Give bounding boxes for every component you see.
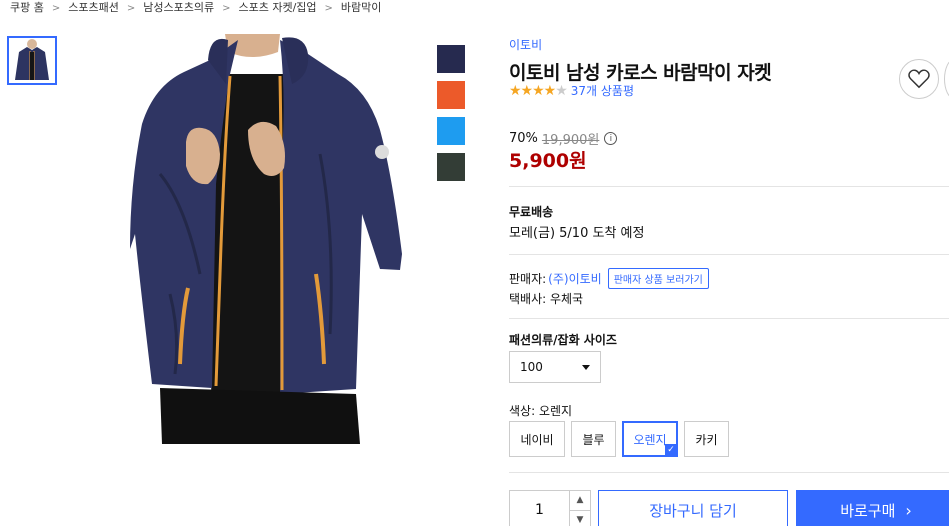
quantity-input[interactable]: 1 <box>510 491 570 526</box>
check-icon: ✓ <box>665 444 677 456</box>
breadcrumb-separator: > <box>126 3 136 14</box>
wishlist-button[interactable] <box>899 59 939 99</box>
quantity-stepper: 1 ▲ ▼ <box>509 490 591 526</box>
color-option-list: 네이비 블루 오렌지 ✓ 카키 <box>509 421 735 457</box>
share-button[interactable] <box>944 59 949 99</box>
size-selected-value: 100 <box>520 360 543 374</box>
breadcrumb-mens-sportswear[interactable]: 남성스포츠의류 <box>143 1 214 14</box>
product-title: 이토비 남성 카로스 바람막이 자켓 <box>509 62 772 84</box>
swatch-navy[interactable] <box>437 45 465 73</box>
color-option-orange-label: 오렌지 <box>633 432 667 447</box>
buy-now-button[interactable]: 바로구매 › <box>796 490 949 526</box>
chevron-right-icon: › <box>905 500 912 520</box>
color-option-orange[interactable]: 오렌지 ✓ <box>622 421 678 457</box>
seller-prefix: 판매자: <box>509 272 547 286</box>
quantity-increase-button[interactable]: ▲ <box>570 491 590 511</box>
rating-stars: ★★★★★ <box>509 82 568 99</box>
size-option-label: 패션의류/잡화 사이즈 <box>509 333 617 347</box>
seller-store-button[interactable]: 판매자 상품 보러가기 <box>607 268 709 289</box>
breadcrumb: 쿠팡 홈 > 스포츠패션 > 남성스포츠의류 > 스포츠 자켓/집업 > 바람막이 <box>10 0 381 15</box>
brand-link[interactable]: 이토비 <box>509 36 542 53</box>
divider <box>509 254 949 255</box>
heart-icon <box>908 69 930 89</box>
breadcrumb-sports-fashion[interactable]: 스포츠패션 <box>68 1 119 14</box>
color-option-label: 색상: 오렌지 <box>509 404 573 418</box>
buy-now-label: 바로구매 <box>840 501 896 520</box>
breadcrumb-separator: > <box>324 3 333 14</box>
color-option-khaki[interactable]: 카키 <box>684 421 729 457</box>
review-count-link[interactable]: 37개 상품평 <box>571 82 634 99</box>
courier-info: 택배사: 우체국 <box>509 292 584 306</box>
size-select[interactable]: 100 <box>509 351 601 383</box>
breadcrumb-jackets[interactable]: 스포츠 자켓/집업 <box>238 1 316 14</box>
breadcrumb-separator: > <box>222 3 231 14</box>
shipping-date: 모레(금) 5/10 도착 예정 <box>509 226 645 241</box>
swatch-khaki[interactable] <box>437 153 465 181</box>
quantity-buttons: ▲ ▼ <box>570 491 590 526</box>
product-main-image[interactable] <box>130 34 410 444</box>
jacket-image <box>130 34 410 444</box>
caret-down-icon <box>582 364 590 370</box>
color-option-navy[interactable]: 네이비 <box>509 421 565 457</box>
quantity-decrease-button[interactable]: ▼ <box>570 511 590 526</box>
discount-rate: 70% <box>509 131 538 146</box>
color-option-blue[interactable]: 블루 <box>571 421 616 457</box>
rating-row: ★★★★★ 37개 상품평 <box>509 82 634 99</box>
rating-stars-empty: ★ <box>555 82 568 99</box>
seller-name-link[interactable]: (주)이토비 <box>548 270 602 287</box>
divider <box>509 318 949 319</box>
sale-price: 5,900원 <box>509 150 587 172</box>
swatch-blue[interactable] <box>437 117 465 145</box>
rating-stars-filled: ★★★★ <box>509 82 556 99</box>
breadcrumb-home[interactable]: 쿠팡 홈 <box>10 1 44 14</box>
shipping-label: 무료배송 <box>509 205 554 219</box>
breadcrumb-separator: > <box>51 3 61 14</box>
product-thumbnail[interactable] <box>7 36 57 85</box>
swatch-orange[interactable] <box>437 81 465 109</box>
color-swatch-list <box>437 45 465 189</box>
info-icon[interactable]: i <box>604 132 618 145</box>
thumbnail-image <box>9 38 55 83</box>
seller-row: 판매자: (주)이토비 판매자 상품 보러가기 <box>509 268 709 289</box>
divider <box>509 472 949 473</box>
breadcrumb-windbreaker[interactable]: 바람막이 <box>341 1 381 14</box>
divider <box>509 186 949 187</box>
add-to-cart-button[interactable]: 장바구니 담기 <box>598 490 788 526</box>
